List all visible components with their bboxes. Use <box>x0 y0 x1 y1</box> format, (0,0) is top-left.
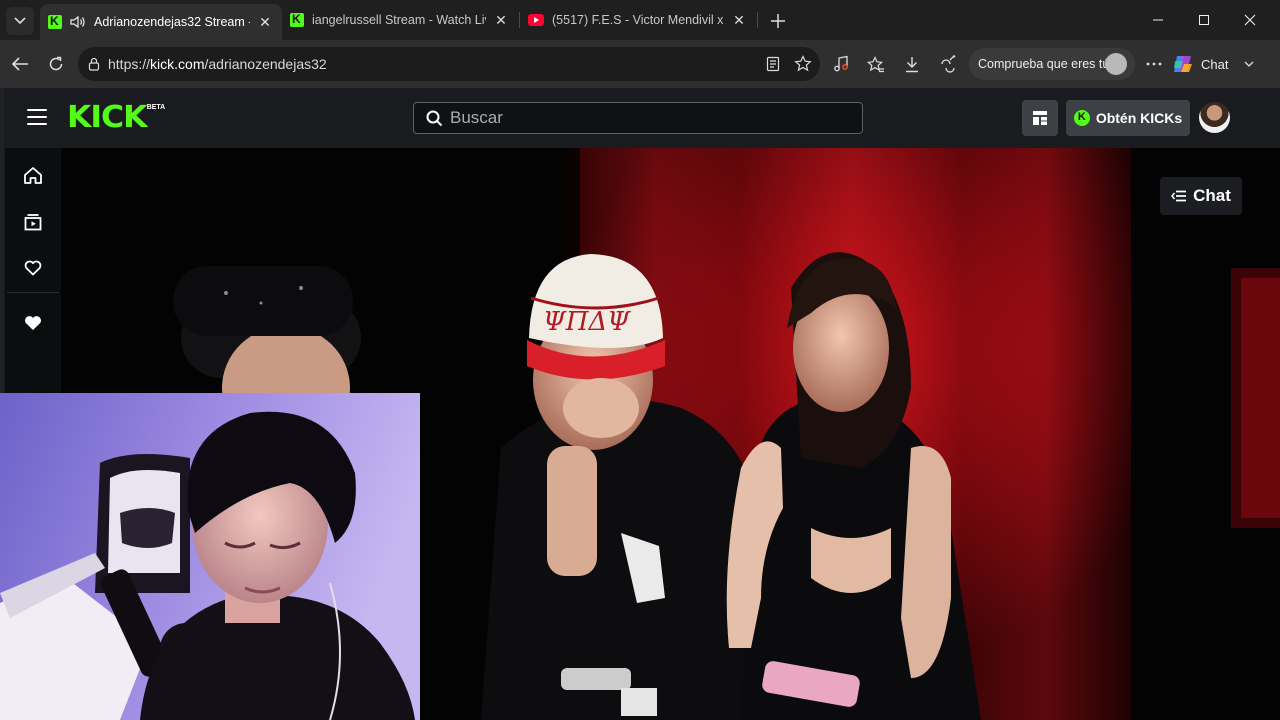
browse-grid-icon <box>1033 111 1047 125</box>
profile-button[interactable]: Comprueba que eres tú <box>969 48 1135 80</box>
kick-favicon-icon <box>48 14 62 29</box>
refresh-icon <box>49 56 63 71</box>
tab-title: Adrianozendejas32 Stream - Watch Live on… <box>94 15 250 29</box>
plus-icon <box>771 14 785 28</box>
tab-youtube[interactable]: (5517) F.E.S - Victor Mendivil x Oneal A… <box>520 4 756 36</box>
ellipsis-icon <box>1146 62 1162 66</box>
search-input[interactable] <box>450 103 850 133</box>
user-avatar[interactable] <box>1199 102 1230 133</box>
kicks-coin-icon <box>1073 110 1090 126</box>
get-kicks-button[interactable]: Obtén KICKs <box>1066 100 1190 136</box>
music-note-icon <box>834 55 848 72</box>
settings-more-button[interactable] <box>1142 52 1166 76</box>
favorites-button[interactable] <box>864 52 888 76</box>
copilot-chat-button[interactable]: Chat <box>1172 49 1268 79</box>
favorites-icon <box>867 55 884 72</box>
following-header-icon <box>21 311 45 335</box>
home-icon <box>24 166 42 184</box>
url-scheme: https:// <box>108 56 151 72</box>
puzzle-icon <box>941 55 956 73</box>
browser-toolbar: https://kick.com/adrianozendejas32 Compr… <box>0 40 1280 88</box>
chat-toggle-label: Chat <box>1193 186 1231 205</box>
tab-iangelrussell[interactable]: iangelrussell Stream - Watch Live on Kic… <box>282 4 518 36</box>
url-path: /adrianozendejas32 <box>204 56 327 72</box>
close-tab-icon[interactable]: ✕ <box>492 11 510 29</box>
tab-title: iangelrussell Stream - Watch Live on Kic… <box>312 13 486 27</box>
close-window-button[interactable] <box>1227 6 1273 34</box>
menu-hamburger-icon[interactable] <box>27 109 47 127</box>
nav-following[interactable] <box>21 256 45 280</box>
download-icon <box>906 56 918 72</box>
browse-button[interactable] <box>1022 100 1058 136</box>
copilot-label: Chat <box>1201 56 1229 72</box>
nav-divider <box>7 292 59 293</box>
kick-header: KICK BETA Obtén KICKs <box>5 88 1280 148</box>
chevron-down-icon[interactable] <box>1244 61 1254 67</box>
speaker-icon[interactable] <box>70 15 86 29</box>
beta-badge: BETA <box>146 104 166 111</box>
new-tab-button[interactable] <box>766 9 790 33</box>
close-tab-icon[interactable]: ✕ <box>730 11 748 29</box>
tab-divider <box>757 12 758 28</box>
downloads-button[interactable] <box>900 52 924 76</box>
youtube-favicon-icon <box>528 14 544 26</box>
nav-browse[interactable] <box>21 210 45 234</box>
nav-home[interactable] <box>21 163 45 187</box>
minimize-icon <box>1153 19 1163 21</box>
browser-tab-strip: Adrianozendejas32 Stream - Watch Live on… <box>0 0 1280 40</box>
kick-logo[interactable]: KICK BETA <box>67 103 165 133</box>
get-kicks-label: Obtén KICKs <box>1095 110 1183 126</box>
extensions-button[interactable] <box>936 52 960 76</box>
search-icon <box>426 110 443 127</box>
site-info-icon[interactable] <box>87 57 101 76</box>
kick-favicon-icon <box>290 12 304 27</box>
minimize-button[interactable] <box>1135 6 1181 34</box>
url-text[interactable]: https://kick.com/adrianozendejas32 <box>108 56 327 72</box>
heart-outline-icon <box>24 260 42 276</box>
webcam-overlay <box>0 393 420 720</box>
close-tab-icon[interactable]: ✕ <box>256 13 274 31</box>
heart-filled-icon <box>25 316 41 330</box>
profile-label: Comprueba que eres tú <box>978 57 1110 71</box>
tab-adrianozendejas32[interactable]: Adrianozendejas32 Stream - Watch Live on… <box>40 4 282 40</box>
arrow-left-icon <box>11 57 28 71</box>
url-domain: kick.com <box>150 56 205 72</box>
maximize-button[interactable] <box>1181 6 1227 34</box>
collapse-left-icon <box>1171 190 1187 202</box>
copilot-icon <box>1174 56 1192 72</box>
reader-mode-icon[interactable] <box>766 56 780 77</box>
chat-toggle-button[interactable]: Chat <box>1160 177 1242 215</box>
back-button[interactable] <box>8 52 32 76</box>
logo-text: KICK <box>67 100 148 135</box>
tab-title: (5517) F.E.S - Victor Mendivil x Oneal A… <box>552 13 724 27</box>
svg-text:ΨΠΔΨ: ΨΠΔΨ <box>543 307 631 337</box>
tab-actions-menu-button[interactable] <box>6 7 34 35</box>
refresh-button[interactable] <box>44 52 68 76</box>
address-bar[interactable]: https://kick.com/adrianozendejas32 <box>78 47 820 81</box>
close-icon <box>1244 14 1256 26</box>
chevron-down-icon <box>14 17 26 25</box>
maximize-icon <box>1199 15 1209 25</box>
webcam-video-frame <box>0 393 420 720</box>
browse-icon <box>24 214 42 231</box>
favorite-star-icon[interactable] <box>794 55 812 77</box>
search-box[interactable] <box>413 102 863 134</box>
profile-avatar-icon <box>1105 53 1127 75</box>
media-control-button[interactable] <box>829 52 853 76</box>
